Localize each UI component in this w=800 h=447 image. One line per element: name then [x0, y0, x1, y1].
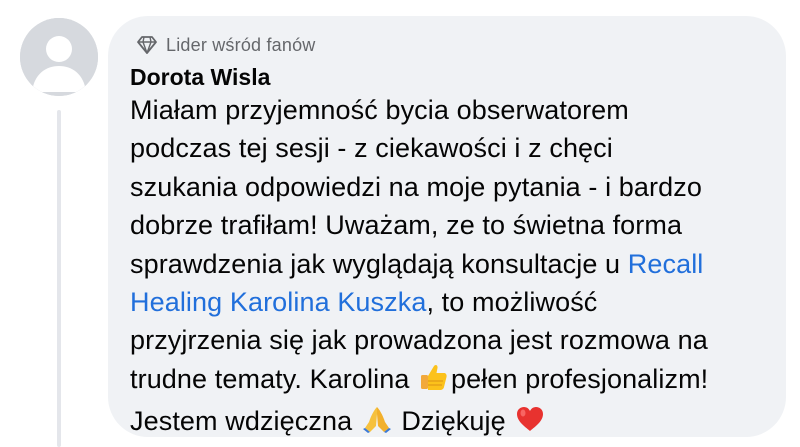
text-line: Miałam przyjemność bycia obserwatorem — [130, 95, 629, 125]
text-segment: trudne tematy. Karolina — [130, 363, 418, 394]
badge-label: Lider wśród fanów — [166, 34, 316, 55]
thumbs-up-emoji-icon — [419, 362, 449, 402]
text-line: trudne tematy. Karolina pełen profesjona… — [130, 360, 770, 402]
default-avatar-icon — [20, 18, 98, 96]
folded-hands-emoji-icon — [362, 404, 392, 444]
text-segment: , to możliwość — [426, 287, 598, 318]
text-segment: Jestem wdzięczna — [130, 406, 360, 437]
diamond-icon — [137, 36, 157, 54]
text-line: sprawdzenia jak wyglądają konsultacje u … — [130, 245, 770, 283]
text-segment: pełen profesjonalizm! — [451, 363, 709, 394]
text-line: Healing Karolina Kuszka, to możliwość — [130, 283, 770, 321]
text-line: podczas tej sesji - z ciekawości i z chę… — [130, 133, 613, 164]
author-name[interactable]: Dorota Wisla — [130, 63, 270, 91]
red-heart-emoji-icon — [515, 404, 545, 444]
top-fan-badge[interactable]: Lider wśród fanów — [136, 34, 315, 56]
text-line: szukania odpowiedzi na moje pytania - i … — [130, 171, 702, 202]
avatar[interactable] — [20, 18, 98, 96]
text-line: dobrze trafiłam! Uważam, ze to świetna f… — [130, 210, 683, 241]
text-segment: Dziękuję — [393, 406, 514, 437]
page-mention-link-continued[interactable]: Healing Karolina Kuszka — [130, 287, 426, 317]
page-mention-link[interactable]: Recall — [628, 249, 704, 279]
text-segment: sprawdzenia jak wyglądają konsultacje u — [130, 248, 628, 279]
thread-line — [57, 110, 61, 447]
text-line: Jestem wdzięczna Dziękuję — [130, 402, 770, 444]
comment-text: Miałam przyjemność bycia obserwatorem po… — [130, 91, 770, 445]
text-line: przyjrzenia się jak prowadzona jest rozm… — [130, 325, 708, 356]
